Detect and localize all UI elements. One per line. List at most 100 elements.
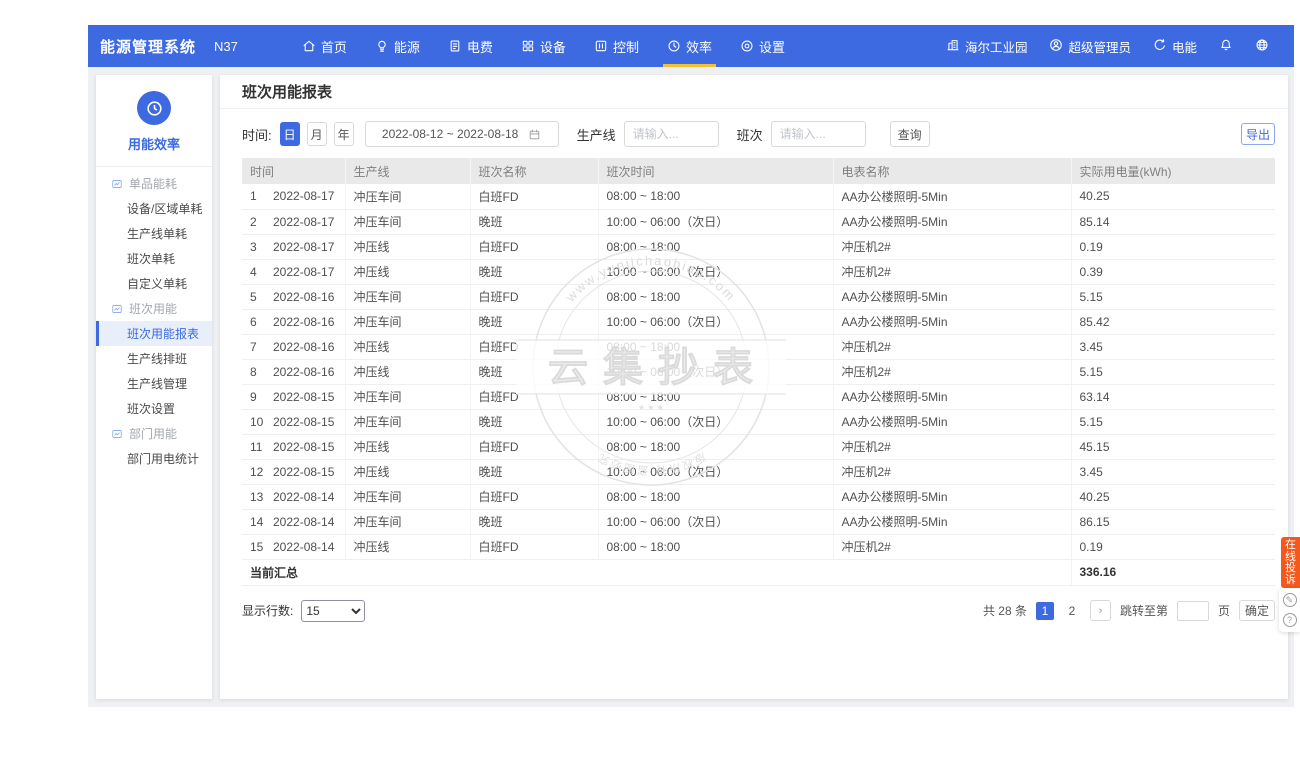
cell-line: 冲压车间 [345,284,470,309]
cell-kwh: 0.19 [1071,234,1275,259]
table-row[interactable]: 92022-08-15冲压车间白班FD08:00 ~ 18:00AA办公楼照明-… [242,384,1275,409]
sidebar-group-部门用能[interactable]: 部门用能 [96,421,212,446]
cell-line: 冲压车间 [345,509,470,534]
cell-time: 10:00 ~ 06:00（次日） [598,509,833,534]
cell-date: 12022-08-17 [242,184,345,209]
cell-shift: 白班FD [470,484,598,509]
sidebar-item-班次用能报表[interactable]: 班次用能报表 [96,321,212,346]
panel-icon [111,428,123,440]
cell-meter: 冲压机2# [833,434,1071,459]
row-number: 10 [250,415,266,429]
gear-icon [740,39,754,53]
globe-button[interactable] [1244,38,1280,55]
next-page-button[interactable]: › [1090,600,1111,621]
granularity-日-button[interactable]: 日 [280,122,300,146]
sidebar-item-label: 生产线管理 [127,375,187,392]
nav-item-效率[interactable]: 效率 [653,25,726,67]
sidebar-item-部门用电统计[interactable]: 部门用电统计 [96,446,212,471]
column-header-班次名称: 班次名称 [470,158,598,184]
column-header-实际用电量(kWh): 实际用电量(kWh) [1071,158,1275,184]
sidebar-item-生产线管理[interactable]: 生产线管理 [96,371,212,396]
sidebar-item-班次设置[interactable]: 班次设置 [96,396,212,421]
cell-time: 08:00 ~ 18:00 [598,184,833,209]
control-icon [594,39,608,53]
cell-meter: AA办公楼照明-5Min [833,409,1071,434]
table-row[interactable]: 22022-08-17冲压车间晚班10:00 ~ 06:00（次日）AA办公楼照… [242,209,1275,234]
date-range-picker[interactable]: 2022-08-12 ~ 2022-08-18 [365,121,559,147]
sidebar-item-设备/区域单耗[interactable]: 设备/区域单耗 [96,196,212,221]
nav-right-电能[interactable]: 电能 [1142,37,1208,56]
export-button[interactable]: 导出 [1241,123,1275,145]
bell-button[interactable] [1208,38,1244,55]
filter-bar: 时间: 日月年 2022-08-12 ~ 2022-08-18 生产线 班次 查… [242,121,1275,147]
sidebar-group-班次用能[interactable]: 班次用能 [96,296,212,321]
cell-line: 冲压车间 [345,384,470,409]
cell-time: 08:00 ~ 18:00 [598,534,833,559]
table-row[interactable]: 52022-08-16冲压车间白班FD08:00 ~ 18:00AA办公楼照明-… [242,284,1275,309]
nav-item-能源[interactable]: 能源 [361,25,434,67]
nav-item-label: 设置 [759,37,785,56]
table-row[interactable]: 152022-08-14冲压线白班FD08:00 ~ 18:00冲压机2#0.1… [242,534,1275,559]
table-row[interactable]: 12022-08-17冲压车间白班FD08:00 ~ 18:00AA办公楼照明-… [242,184,1275,209]
table-row[interactable]: 62022-08-16冲压车间晚班10:00 ~ 06:00（次日）AA办公楼照… [242,309,1275,334]
confirm-jump-button[interactable]: 确定 [1239,600,1275,621]
bell-icon [1219,38,1233,55]
granularity-年-button[interactable]: 年 [334,122,354,146]
nav-item-设备[interactable]: 设备 [507,25,580,67]
sidebar-group-单品能耗[interactable]: 单品能耗 [96,171,212,196]
sidebar-item-班次单耗[interactable]: 班次单耗 [96,246,212,271]
nav-item-首页[interactable]: 首页 [288,25,361,67]
table-row[interactable]: 112022-08-15冲压线白班FD08:00 ~ 18:00冲压机2#45.… [242,434,1275,459]
sidebar-item-生产线排班[interactable]: 生产线排班 [96,346,212,371]
cell-shift: 晚班 [470,459,598,484]
cell-line: 冲压线 [345,459,470,484]
online-complaint-tab[interactable]: 在线投诉 [1281,537,1300,588]
nav-item-设置[interactable]: 设置 [726,25,799,67]
table-header-row: 时间生产线班次名称班次时间电表名称实际用电量(kWh) [242,158,1275,184]
module-badge: 用能效率 [96,75,212,167]
app-window: 能源管理系统 N37 首页能源电费设备控制效率设置 海尔工业园超级管理员电能 用… [88,25,1294,707]
line-filter-input[interactable] [624,121,719,147]
page-button-2[interactable]: 2 [1063,602,1081,620]
nav-item-控制[interactable]: 控制 [580,25,653,67]
cell-line: 冲压车间 [345,309,470,334]
table-row[interactable]: 32022-08-17冲压线白班FD08:00 ~ 18:00冲压机2#0.19 [242,234,1275,259]
nav-right-海尔工业园[interactable]: 海尔工业园 [935,37,1039,56]
table-row[interactable]: 122022-08-15冲压线晚班10:00 ~ 06:00（次日）冲压机2#3… [242,459,1275,484]
sidebar-item-自定义单耗[interactable]: 自定义单耗 [96,271,212,296]
search-button[interactable]: 查询 [890,121,930,147]
service-icon[interactable]: ✎ [1283,593,1297,607]
nav-right-超级管理员[interactable]: 超级管理员 [1038,37,1142,56]
rows-per-page-select[interactable]: 15 [301,600,365,622]
table-row[interactable]: 132022-08-14冲压车间白班FD08:00 ~ 18:00AA办公楼照明… [242,484,1275,509]
cell-meter: AA办公楼照明-5Min [833,484,1071,509]
shift-filter-input[interactable] [771,121,866,147]
table-row[interactable]: 42022-08-17冲压线晚班10:00 ~ 06:00（次日）冲压机2#0.… [242,259,1275,284]
table-row[interactable]: 72022-08-16冲压线白班FD08:00 ~ 18:00冲压机2#3.45 [242,334,1275,359]
cell-date: 82022-08-16 [242,359,345,384]
cell-meter: AA办公楼照明-5Min [833,384,1071,409]
cell-kwh: 45.15 [1071,434,1275,459]
sidebar-item-生产线单耗[interactable]: 生产线单耗 [96,221,212,246]
page-button-1[interactable]: 1 [1036,602,1054,620]
main-content: 班次用能报表 时间: 日月年 2022-08-12 ~ 2022-08-18 生… [220,75,1288,699]
table-row[interactable]: 82022-08-16冲压线晚班10:00 ~ 06:00（次日）冲压机2#5.… [242,359,1275,384]
sidebar-divider [96,166,212,167]
cell-time: 10:00 ~ 06:00（次日） [598,209,833,234]
granularity-月-button[interactable]: 月 [307,122,327,146]
cell-date: 92022-08-15 [242,384,345,409]
nav-item-label: 首页 [321,37,347,56]
table-row[interactable]: 102022-08-15冲压车间晚班10:00 ~ 06:00（次日）AA办公楼… [242,409,1275,434]
table-row[interactable]: 142022-08-14冲压车间晚班10:00 ~ 06:00（次日）AA办公楼… [242,509,1275,534]
row-number: 12 [250,465,266,479]
cell-kwh: 5.15 [1071,359,1275,384]
row-number: 14 [250,515,266,529]
help-icon[interactable]: ? [1283,613,1297,627]
cell-date: 132022-08-14 [242,484,345,509]
jump-page-input[interactable] [1177,601,1209,621]
cell-time: 08:00 ~ 18:00 [598,234,833,259]
cell-time: 08:00 ~ 18:00 [598,384,833,409]
nav-item-电费[interactable]: 电费 [434,25,507,67]
column-header-电表名称: 电表名称 [833,158,1071,184]
cell-time: 10:00 ~ 06:00（次日） [598,359,833,384]
